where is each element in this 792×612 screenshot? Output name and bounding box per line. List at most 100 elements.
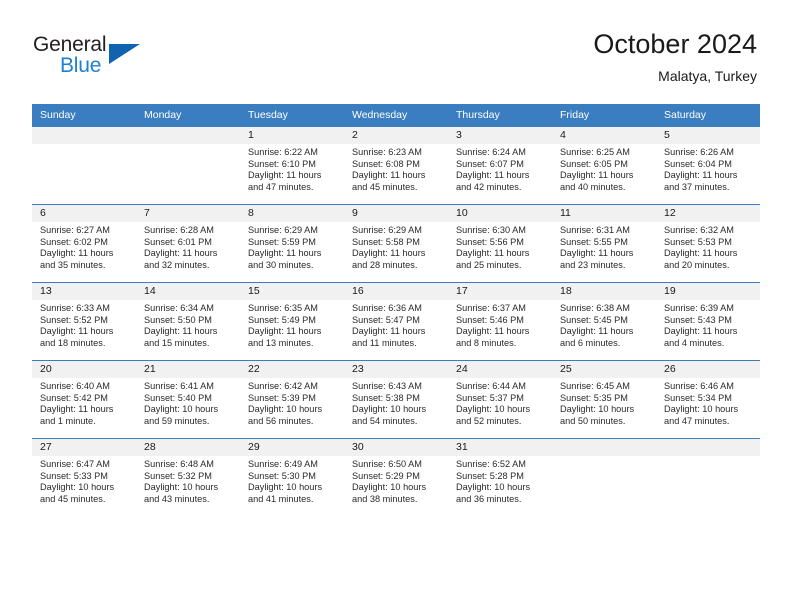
sunrise-text: Sunrise: 6:28 AM [144,225,214,235]
daylight-text-line1: Daylight: 11 hours [664,170,738,181]
day-cell[interactable]: 9 Sunrise: 6:29 AM Sunset: 5:58 PM Daylight… [344,204,448,282]
daylight-text-line2: and 56 minutes. [248,415,314,426]
daylight-text-line1: Daylight: 11 hours [352,326,426,337]
weekday-header-wednesday: Wednesday [344,104,448,126]
daylight-text-line2: and 42 minutes. [456,181,522,192]
sunset-text: Sunset: 5:35 PM [560,392,628,403]
weekday-header-monday: Monday [136,104,240,126]
calendar-body: 1 Sunrise: 6:22 AM Sunset: 6:10 PM Daylight… [32,126,760,516]
day-number: 15 [240,283,344,300]
sunset-text: Sunset: 5:38 PM [352,392,420,403]
daylight-text-line1: Daylight: 11 hours [40,326,114,337]
calendar-grid: Sunday Monday Tuesday Wednesday Thursday… [32,104,760,516]
day-number: 25 [552,361,656,378]
daylight-text-line2: and 13 minutes. [248,337,314,348]
sunrise-text: Sunrise: 6:41 AM [144,381,214,391]
day-cell[interactable]: 25 Sunrise: 6:45 AM Sunset: 5:35 PM Dayligh… [552,360,656,438]
day-cell[interactable]: 16 Sunrise: 6:36 AM Sunset: 5:47 PM Dayligh… [344,282,448,360]
day-cell[interactable] [32,126,136,204]
daylight-text-line1: Daylight: 11 hours [248,326,322,337]
day-cell[interactable]: 1 Sunrise: 6:22 AM Sunset: 6:10 PM Daylight… [240,126,344,204]
day-number: 21 [136,361,240,378]
sunset-text: Sunset: 5:39 PM [248,392,316,403]
sunset-text: Sunset: 5:37 PM [456,392,524,403]
daylight-text-line2: and 6 minutes. [560,337,621,348]
day-cell[interactable]: 13 Sunrise: 6:33 AM Sunset: 5:52 PM Dayligh… [32,282,136,360]
day-cell[interactable]: 8 Sunrise: 6:29 AM Sunset: 5:59 PM Daylight… [240,204,344,282]
day-cell[interactable]: 24 Sunrise: 6:44 AM Sunset: 5:37 PM Dayligh… [448,360,552,438]
day-cell[interactable]: 19 Sunrise: 6:39 AM Sunset: 5:43 PM Dayligh… [656,282,760,360]
daylight-text-line1: Daylight: 10 hours [248,404,323,415]
sunrise-text: Sunrise: 6:27 AM [40,225,110,235]
daylight-text-line1: Daylight: 11 hours [456,248,530,259]
day-number [552,439,656,456]
daylight-text-line2: and 59 minutes. [144,415,210,426]
day-cell[interactable]: 18 Sunrise: 6:38 AM Sunset: 5:45 PM Dayligh… [552,282,656,360]
daylight-text-line1: Daylight: 10 hours [144,482,219,493]
sunset-text: Sunset: 5:58 PM [352,236,420,247]
daylight-text-line1: Daylight: 10 hours [144,404,219,415]
daylight-text-line2: and 47 minutes. [248,181,314,192]
day-cell[interactable]: 2 Sunrise: 6:23 AM Sunset: 6:08 PM Daylight… [344,126,448,204]
daylight-text-line1: Daylight: 11 hours [560,248,634,259]
day-number: 18 [552,283,656,300]
day-cell[interactable]: 7 Sunrise: 6:28 AM Sunset: 6:01 PM Daylight… [136,204,240,282]
day-cell[interactable]: 11 Sunrise: 6:31 AM Sunset: 5:55 PM Dayligh… [552,204,656,282]
sunrise-text: Sunrise: 6:50 AM [352,459,422,469]
sunrise-text: Sunrise: 6:34 AM [144,303,214,313]
sunrise-text: Sunrise: 6:33 AM [40,303,110,313]
day-cell[interactable]: 6 Sunrise: 6:27 AM Sunset: 6:02 PM Daylight… [32,204,136,282]
day-cell[interactable]: 31 Sunrise: 6:52 AM Sunset: 5:28 PM Dayligh… [448,438,552,516]
daylight-text-line2: and 40 minutes. [560,181,626,192]
daylight-text-line2: and 45 minutes. [352,181,418,192]
day-cell[interactable]: 28 Sunrise: 6:48 AM Sunset: 5:32 PM Dayligh… [136,438,240,516]
day-cell[interactable]: 15 Sunrise: 6:35 AM Sunset: 5:49 PM Dayligh… [240,282,344,360]
sunset-text: Sunset: 6:07 PM [456,158,524,169]
day-cell[interactable]: 4 Sunrise: 6:25 AM Sunset: 6:05 PM Daylight… [552,126,656,204]
day-cell[interactable]: 10 Sunrise: 6:30 AM Sunset: 5:56 PM Dayligh… [448,204,552,282]
daylight-text-line2: and 54 minutes. [352,415,418,426]
day-cell[interactable]: 26 Sunrise: 6:46 AM Sunset: 5:34 PM Dayligh… [656,360,760,438]
day-cell[interactable]: 5 Sunrise: 6:26 AM Sunset: 6:04 PM Daylight… [656,126,760,204]
sunrise-text: Sunrise: 6:24 AM [456,147,526,157]
day-cell[interactable] [552,438,656,516]
general-blue-logo[interactable]: General Blue [33,33,153,85]
daylight-text-line1: Daylight: 11 hours [352,170,426,181]
daylight-text-line1: Daylight: 10 hours [456,404,531,415]
day-cell[interactable]: 3 Sunrise: 6:24 AM Sunset: 6:07 PM Daylight… [448,126,552,204]
calendar-week-row: 6 Sunrise: 6:27 AM Sunset: 6:02 PM Daylight… [32,204,760,282]
day-cell[interactable]: 30 Sunrise: 6:50 AM Sunset: 5:29 PM Dayligh… [344,438,448,516]
sunrise-text: Sunrise: 6:35 AM [248,303,318,313]
daylight-text-line2: and 4 minutes. [664,337,725,348]
sunset-text: Sunset: 5:59 PM [248,236,316,247]
day-cell[interactable] [656,438,760,516]
day-cell[interactable] [136,126,240,204]
daylight-text-line1: Daylight: 11 hours [352,248,426,259]
day-cell[interactable]: 22 Sunrise: 6:42 AM Sunset: 5:39 PM Dayligh… [240,360,344,438]
daylight-text-line1: Daylight: 10 hours [40,482,115,493]
day-cell[interactable]: 20 Sunrise: 6:40 AM Sunset: 5:42 PM Dayligh… [32,360,136,438]
day-number: 1 [240,127,344,144]
calendar-page: General Blue October 2024 Malatya, Turke… [0,0,792,612]
daylight-text-line1: Daylight: 10 hours [664,404,739,415]
day-number: 31 [448,439,552,456]
calendar-week-row: 20 Sunrise: 6:40 AM Sunset: 5:42 PM Dayligh… [32,360,760,438]
day-cell[interactable]: 27 Sunrise: 6:47 AM Sunset: 5:33 PM Dayligh… [32,438,136,516]
day-number: 26 [656,361,760,378]
day-number: 20 [32,361,136,378]
page-subtitle-location: Malatya, Turkey [658,68,757,84]
day-cell[interactable]: 14 Sunrise: 6:34 AM Sunset: 5:50 PM Dayligh… [136,282,240,360]
day-cell[interactable]: 17 Sunrise: 6:37 AM Sunset: 5:46 PM Dayligh… [448,282,552,360]
day-cell[interactable]: 23 Sunrise: 6:43 AM Sunset: 5:38 PM Dayligh… [344,360,448,438]
sunset-text: Sunset: 6:10 PM [248,158,316,169]
day-cell[interactable]: 29 Sunrise: 6:49 AM Sunset: 5:30 PM Dayligh… [240,438,344,516]
sunset-text: Sunset: 5:42 PM [40,392,108,403]
day-cell[interactable]: 12 Sunrise: 6:32 AM Sunset: 5:53 PM Dayligh… [656,204,760,282]
day-cell[interactable]: 21 Sunrise: 6:41 AM Sunset: 5:40 PM Dayligh… [136,360,240,438]
daylight-text-line2: and 47 minutes. [664,415,730,426]
daylight-text-line2: and 32 minutes. [144,259,210,270]
sunset-text: Sunset: 6:02 PM [40,236,108,247]
day-number: 10 [448,205,552,222]
daylight-text-line2: and 11 minutes. [352,337,417,348]
daylight-text-line2: and 38 minutes. [352,493,418,504]
